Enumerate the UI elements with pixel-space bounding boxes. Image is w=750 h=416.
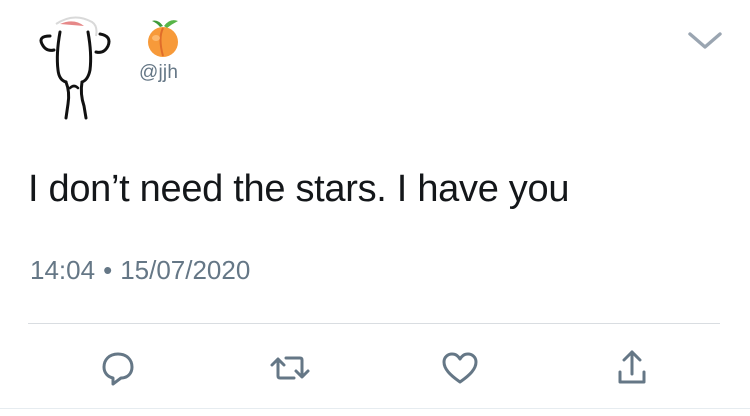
reply-icon (102, 352, 134, 386)
divider (28, 323, 720, 324)
tweet-timestamp: 14:04 • 15/07/2020 (30, 255, 250, 286)
tweet-text: I don’t need the stars. I have you (28, 168, 570, 210)
tweet-date: 15/07/2020 (120, 255, 251, 285)
avatar[interactable] (26, 14, 122, 122)
retweet-icon (270, 356, 310, 380)
retweet-button[interactable] (268, 346, 312, 390)
user-handle[interactable]: @jjh (139, 62, 178, 84)
meta-separator: • (103, 255, 113, 285)
display-name-peach-icon[interactable] (140, 18, 186, 58)
heart-icon (442, 352, 478, 384)
reply-button[interactable] (96, 346, 140, 390)
tweet-time: 14:04 (30, 255, 96, 285)
like-button[interactable] (438, 346, 482, 390)
share-icon (618, 350, 646, 384)
chevron-down-icon[interactable] (686, 28, 724, 52)
share-button[interactable] (610, 346, 654, 390)
bottom-divider (0, 408, 750, 409)
action-bar (0, 346, 750, 390)
